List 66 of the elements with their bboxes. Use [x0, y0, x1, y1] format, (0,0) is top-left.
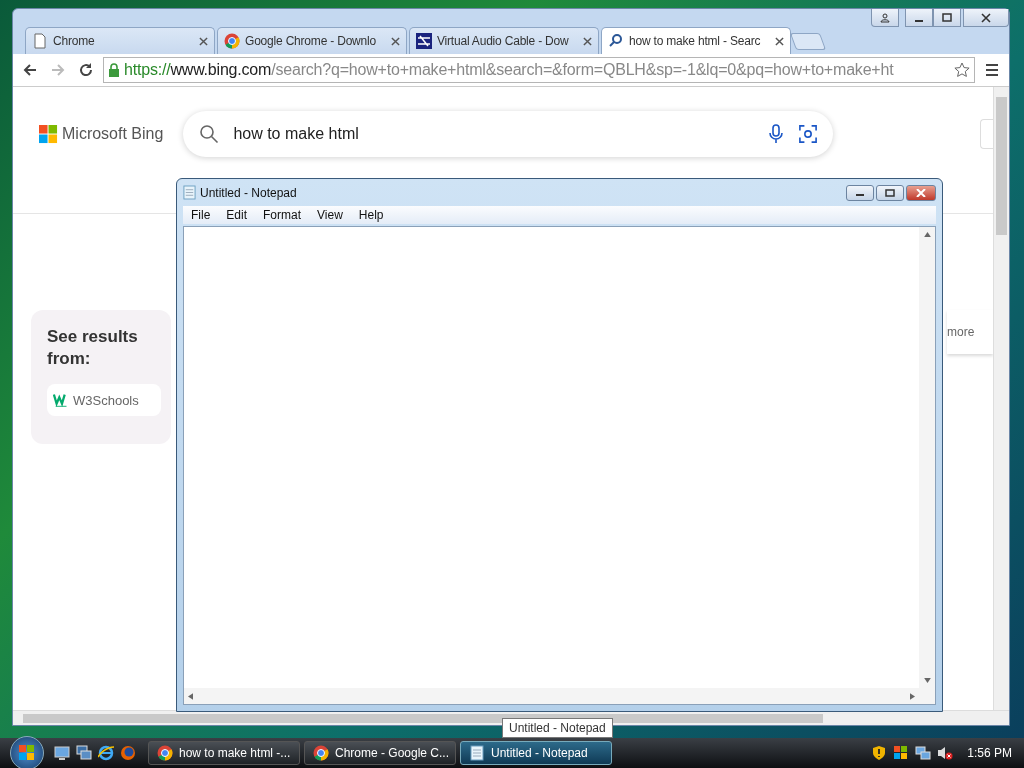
chrome-icon	[157, 745, 173, 761]
lock-icon	[108, 63, 120, 77]
menu-item[interactable]: Edit	[226, 208, 248, 222]
close-icon[interactable]	[583, 36, 592, 46]
logo-text: Microsoft Bing	[62, 125, 164, 143]
taskbar-button[interactable]: Chrome - Google C...	[304, 741, 456, 765]
close-icon	[916, 189, 926, 197]
right-arrow-icon[interactable]	[910, 692, 915, 700]
close-icon	[981, 12, 991, 23]
site-link[interactable]: W3Schools	[47, 384, 161, 416]
window-title: Untitled - Notepad	[200, 185, 298, 200]
menu-item[interactable]: View	[317, 208, 343, 222]
card-heading: See results from:	[47, 326, 139, 370]
search-icon	[199, 124, 220, 144]
down-arrow-icon[interactable]	[923, 678, 931, 683]
shield-icon[interactable]	[871, 745, 888, 761]
browser-tab[interactable]: Google Chrome - Downlo	[217, 27, 407, 54]
maximize-button[interactable]	[933, 9, 961, 27]
browser-e-icon[interactable]	[98, 745, 114, 761]
profile-button[interactable]	[871, 9, 899, 27]
person-icon	[880, 12, 890, 23]
minimize-button[interactable]	[905, 9, 933, 27]
page-icon	[32, 33, 48, 49]
notepad-icon	[183, 185, 196, 200]
chrome-icon	[313, 745, 329, 761]
up-arrow-icon[interactable]	[923, 232, 931, 237]
more-link[interactable]: more	[947, 325, 975, 339]
clock: 1:56 PM	[967, 746, 1012, 760]
close-icon[interactable]	[775, 36, 784, 46]
address-bar[interactable]: https://www.bing.com/search?q=how+to+make+html&search=&form=QBLH&sp=-1&lq=0&pq=how+to+make+ht	[103, 57, 975, 83]
camera-search-icon[interactable]	[799, 124, 818, 144]
windows-icon[interactable]	[76, 745, 92, 761]
menu-item[interactable]: File	[191, 208, 211, 222]
close-icon[interactable]	[391, 36, 400, 46]
maximize-button[interactable]	[876, 185, 904, 201]
desktop-icon[interactable]	[54, 745, 70, 761]
close-button[interactable]	[963, 9, 1009, 27]
left-arrow-icon[interactable]	[188, 692, 193, 700]
vertical-scrollbar[interactable]	[993, 87, 1009, 710]
chrome-icon	[224, 33, 240, 49]
browser-tab[interactable]: how to make html - Searc	[601, 27, 791, 54]
maximize-icon	[942, 12, 952, 23]
vertical-scrollbar[interactable]	[919, 227, 935, 688]
start-button[interactable]	[10, 736, 44, 768]
star-icon[interactable]	[954, 62, 970, 78]
network-icon[interactable]	[915, 745, 932, 761]
menu-item[interactable]: Help	[358, 208, 384, 222]
windows-logo-icon	[19, 745, 35, 761]
menu-item[interactable]: Format	[263, 208, 302, 222]
search-icon	[608, 33, 624, 49]
close-button[interactable]	[906, 185, 936, 201]
search-field[interactable]: how to make html	[183, 111, 834, 157]
taskbar-button[interactable]: Untitled - Notepad	[460, 741, 612, 765]
notepad-icon	[469, 745, 485, 761]
microphone-icon[interactable]	[767, 124, 786, 144]
tooltip: Untitled - Notepad	[502, 718, 613, 738]
close-icon[interactable]	[199, 36, 208, 46]
minimize-button[interactable]	[846, 185, 874, 201]
browser-tab[interactable]: Virtual Audio Cable - Dow	[409, 27, 599, 54]
browser-tab[interactable]: Chrome	[25, 27, 215, 54]
horizontal-scrollbar[interactable]	[184, 688, 935, 704]
speaker-muted-icon[interactable]	[937, 745, 954, 761]
windows-logo-icon	[39, 124, 58, 144]
taskbar-button[interactable]: how to make html -...	[148, 741, 300, 765]
minimize-icon	[914, 19, 924, 22]
maximize-icon	[885, 189, 895, 197]
